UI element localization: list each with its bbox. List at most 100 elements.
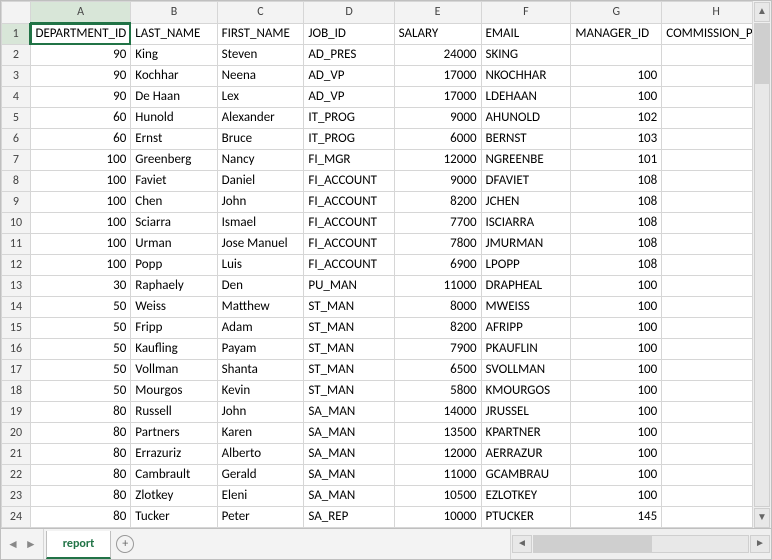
cell-C7[interactable]: Nancy xyxy=(217,150,304,171)
cell-C10[interactable]: Ismael xyxy=(217,213,304,234)
cell-F22[interactable]: GCAMBRAU xyxy=(481,465,571,486)
cell-A23[interactable]: 80 xyxy=(30,486,130,507)
cell-E17[interactable]: 6500 xyxy=(394,360,481,381)
vertical-scrollbar[interactable]: ▲ ▼ xyxy=(752,1,771,529)
cell-A6[interactable]: 60 xyxy=(30,129,130,150)
cell-D23[interactable]: SA_MAN xyxy=(304,486,394,507)
cell-A24[interactable]: 80 xyxy=(30,507,130,528)
cell-D5[interactable]: IT_PROG xyxy=(304,108,394,129)
cell-C24[interactable]: Peter xyxy=(217,507,304,528)
cell-F3[interactable]: NKOCHHAR xyxy=(481,66,571,87)
scroll-up-arrow-icon[interactable]: ▲ xyxy=(754,2,770,22)
row-header-14[interactable]: 14 xyxy=(2,297,31,318)
cell-D21[interactable]: SA_MAN xyxy=(304,444,394,465)
cell-B23[interactable]: Zlotkey xyxy=(131,486,217,507)
cell-D19[interactable]: SA_MAN xyxy=(304,402,394,423)
row-header-22[interactable]: 22 xyxy=(2,465,31,486)
cell-A13[interactable]: 30 xyxy=(30,276,130,297)
cell-A22[interactable]: 80 xyxy=(30,465,130,486)
cell-F7[interactable]: NGREENBE xyxy=(481,150,571,171)
cell-E8[interactable]: 9000 xyxy=(394,171,481,192)
cell-D10[interactable]: FI_ACCOUNT xyxy=(304,213,394,234)
cell-G5[interactable]: 102 xyxy=(571,108,662,129)
vertical-scroll-track[interactable] xyxy=(754,23,770,507)
cell-E20[interactable]: 13500 xyxy=(394,423,481,444)
cell-G8[interactable]: 108 xyxy=(571,171,662,192)
select-all-corner[interactable] xyxy=(2,2,31,24)
cell-F2[interactable]: SKING xyxy=(481,45,571,66)
cell-A11[interactable]: 100 xyxy=(30,234,130,255)
cell-F16[interactable]: PKAUFLIN xyxy=(481,339,571,360)
cell-B4[interactable]: De Haan xyxy=(131,87,217,108)
cell-A3[interactable]: 90 xyxy=(30,66,130,87)
column-header-d[interactable]: D xyxy=(304,2,394,24)
cell-G4[interactable]: 100 xyxy=(571,87,662,108)
cell-B20[interactable]: Partners xyxy=(131,423,217,444)
cell-D1[interactable]: JOB_ID xyxy=(304,23,394,45)
spreadsheet-grid[interactable]: ABCDEFGH1DEPARTMENT_IDLAST_NAMEFIRST_NAM… xyxy=(1,1,771,529)
cell-G18[interactable]: 100 xyxy=(571,381,662,402)
cell-D2[interactable]: AD_PRES xyxy=(304,45,394,66)
cell-E21[interactable]: 12000 xyxy=(394,444,481,465)
cell-D7[interactable]: FI_MGR xyxy=(304,150,394,171)
cell-A19[interactable]: 80 xyxy=(30,402,130,423)
cell-C21[interactable]: Alberto xyxy=(217,444,304,465)
cell-E12[interactable]: 6900 xyxy=(394,255,481,276)
sheet-nav-buttons[interactable]: ◄ ► xyxy=(1,529,44,559)
cell-E19[interactable]: 14000 xyxy=(394,402,481,423)
row-header-16[interactable]: 16 xyxy=(2,339,31,360)
cell-E23[interactable]: 10500 xyxy=(394,486,481,507)
row-header-12[interactable]: 12 xyxy=(2,255,31,276)
cell-D4[interactable]: AD_VP xyxy=(304,87,394,108)
cell-A20[interactable]: 80 xyxy=(30,423,130,444)
cell-C18[interactable]: Kevin xyxy=(217,381,304,402)
cell-E24[interactable]: 10000 xyxy=(394,507,481,528)
cell-G14[interactable]: 100 xyxy=(571,297,662,318)
cell-E3[interactable]: 17000 xyxy=(394,66,481,87)
cell-B14[interactable]: Weiss xyxy=(131,297,217,318)
column-header-f[interactable]: F xyxy=(481,2,571,24)
cell-B16[interactable]: Kaufling xyxy=(131,339,217,360)
cell-C1[interactable]: FIRST_NAME xyxy=(217,23,304,45)
cell-F19[interactable]: JRUSSEL xyxy=(481,402,571,423)
cell-C20[interactable]: Karen xyxy=(217,423,304,444)
cell-F14[interactable]: MWEISS xyxy=(481,297,571,318)
cell-D15[interactable]: ST_MAN xyxy=(304,318,394,339)
cell-F24[interactable]: PTUCKER xyxy=(481,507,571,528)
row-header-19[interactable]: 19 xyxy=(2,402,31,423)
row-header-7[interactable]: 7 xyxy=(2,150,31,171)
cell-G20[interactable]: 100 xyxy=(571,423,662,444)
cell-B1[interactable]: LAST_NAME xyxy=(131,23,217,45)
cell-C13[interactable]: Den xyxy=(217,276,304,297)
cell-G24[interactable]: 145 xyxy=(571,507,662,528)
cell-A8[interactable]: 100 xyxy=(30,171,130,192)
cell-G12[interactable]: 108 xyxy=(571,255,662,276)
cell-G7[interactable]: 101 xyxy=(571,150,662,171)
row-header-23[interactable]: 23 xyxy=(2,486,31,507)
cell-F18[interactable]: KMOURGOS xyxy=(481,381,571,402)
cell-F1[interactable]: EMAIL xyxy=(481,23,571,45)
row-header-17[interactable]: 17 xyxy=(2,360,31,381)
row-header-20[interactable]: 20 xyxy=(2,423,31,444)
cell-E10[interactable]: 7700 xyxy=(394,213,481,234)
horizontal-scroll-track[interactable] xyxy=(533,535,749,553)
cell-G17[interactable]: 100 xyxy=(571,360,662,381)
cell-A2[interactable]: 90 xyxy=(30,45,130,66)
row-header-10[interactable]: 10 xyxy=(2,213,31,234)
row-header-4[interactable]: 4 xyxy=(2,87,31,108)
cell-A16[interactable]: 50 xyxy=(30,339,130,360)
cell-E6[interactable]: 6000 xyxy=(394,129,481,150)
horizontal-scrollbar[interactable]: ◄ ► xyxy=(510,529,771,559)
cell-G15[interactable]: 100 xyxy=(571,318,662,339)
cell-C9[interactable]: John xyxy=(217,192,304,213)
cell-E18[interactable]: 5800 xyxy=(394,381,481,402)
cell-B22[interactable]: Cambrault xyxy=(131,465,217,486)
cell-D11[interactable]: FI_ACCOUNT xyxy=(304,234,394,255)
cell-B15[interactable]: Fripp xyxy=(131,318,217,339)
cell-A1[interactable]: DEPARTMENT_ID xyxy=(30,23,130,45)
cell-B13[interactable]: Raphaely xyxy=(131,276,217,297)
cell-F8[interactable]: DFAVIET xyxy=(481,171,571,192)
cell-B2[interactable]: King xyxy=(131,45,217,66)
row-header-2[interactable]: 2 xyxy=(2,45,31,66)
cell-C5[interactable]: Alexander xyxy=(217,108,304,129)
